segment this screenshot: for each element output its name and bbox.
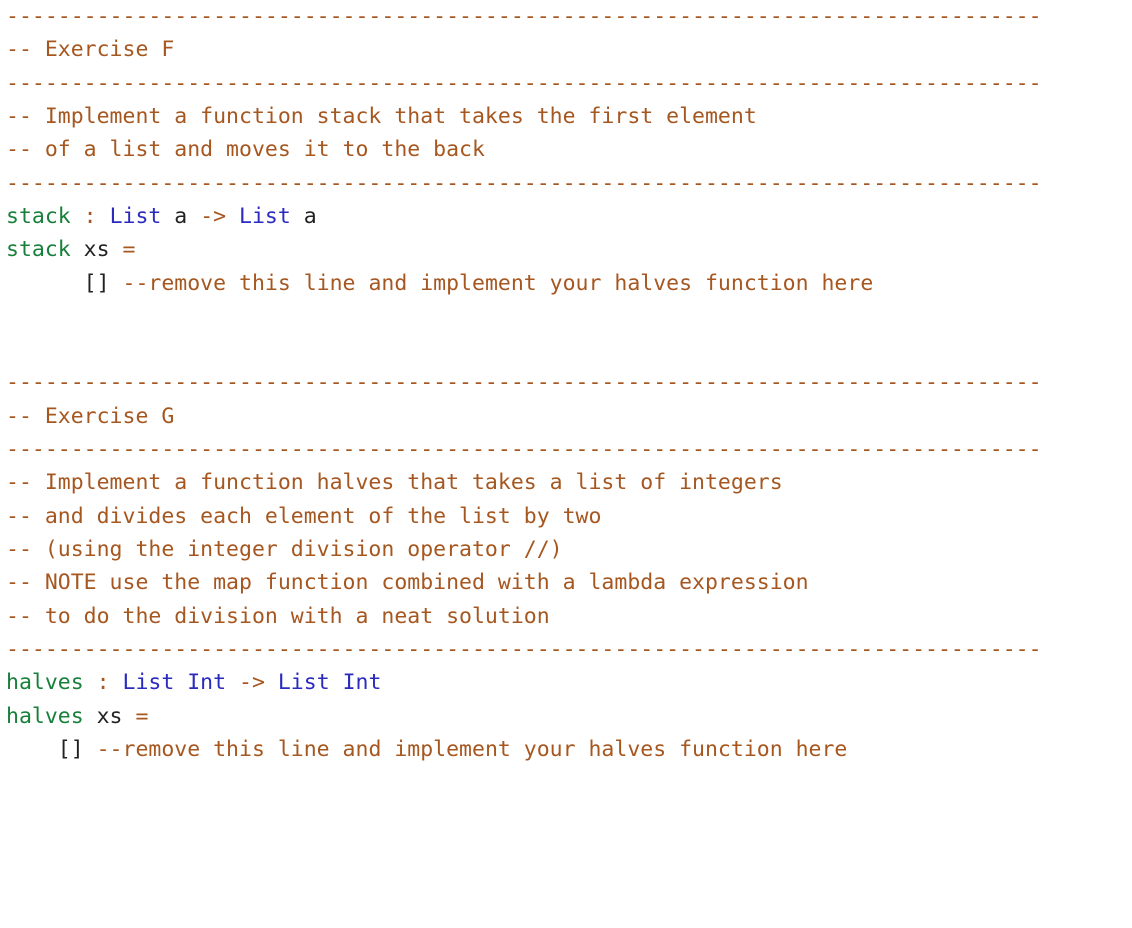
hr-line: ----------------------------------------… xyxy=(6,171,1042,196)
type-int: Int xyxy=(174,670,226,695)
todo-comment: --remove this line and implement your ha… xyxy=(84,737,848,762)
exercise-f-desc: -- Implement a function stack that takes… xyxy=(6,104,757,129)
type-list: List xyxy=(123,670,175,695)
type-colon: : xyxy=(71,204,110,229)
type-arrow: -> xyxy=(226,670,278,695)
indent xyxy=(6,737,58,762)
fn-name-halves: halves xyxy=(6,704,84,729)
exercise-g-desc: -- Implement a function halves that take… xyxy=(6,470,783,495)
exercise-g-desc: -- and divides each element of the list … xyxy=(6,504,601,529)
exercise-f-title: -- Exercise F xyxy=(6,37,174,62)
type-list: List xyxy=(110,204,162,229)
code-block: ----------------------------------------… xyxy=(0,0,1132,796)
hr-line: ----------------------------------------… xyxy=(6,437,1042,462)
hr-line: ----------------------------------------… xyxy=(6,370,1042,395)
todo-comment: --remove this line and implement your ha… xyxy=(110,271,874,296)
type-var: a xyxy=(161,204,200,229)
fn-name-stack: stack xyxy=(6,237,71,262)
type-colon: : xyxy=(84,670,123,695)
type-list: List xyxy=(278,670,330,695)
exercise-f-desc: -- of a list and moves it to the back xyxy=(6,137,485,162)
fn-args: xs xyxy=(84,704,136,729)
empty-list: [] xyxy=(58,737,84,762)
type-arrow: -> xyxy=(200,204,226,229)
hr-line: ----------------------------------------… xyxy=(6,4,1042,29)
fn-name-halves: halves xyxy=(6,670,84,695)
fn-name-stack: stack xyxy=(6,204,71,229)
exercise-g-desc: -- (using the integer division operator … xyxy=(6,537,563,562)
exercise-g-title: -- Exercise G xyxy=(6,404,174,429)
hr-line: ----------------------------------------… xyxy=(6,637,1042,662)
fn-args: xs xyxy=(71,237,123,262)
indent xyxy=(6,271,84,296)
hr-line: ----------------------------------------… xyxy=(6,71,1042,96)
equals: = xyxy=(123,237,136,262)
empty-list: [] xyxy=(84,271,110,296)
exercise-g-desc: -- to do the division with a neat soluti… xyxy=(6,604,550,629)
type-int: Int xyxy=(330,670,382,695)
type-list: List xyxy=(226,204,291,229)
exercise-g-desc: -- NOTE use the map function combined wi… xyxy=(6,570,809,595)
equals: = xyxy=(135,704,148,729)
type-var: a xyxy=(291,204,317,229)
